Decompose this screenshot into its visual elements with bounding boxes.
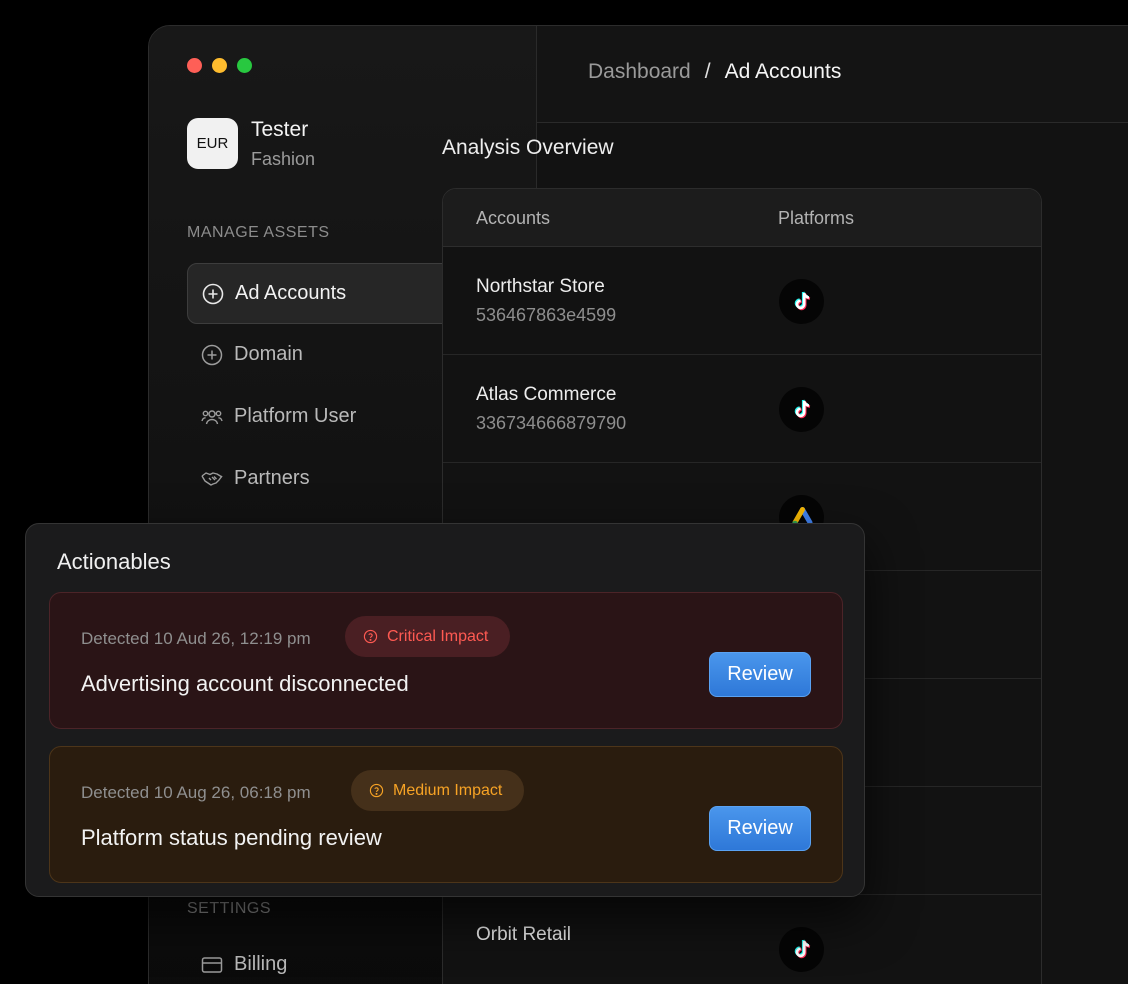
detected-timestamp: Detected 10 Aud 26, 12:19 pm — [81, 629, 311, 648]
tiktok-icon — [779, 387, 824, 432]
actionable-card-medium: Detected 10 Aug 26, 06:18 pm Medium Impa… — [49, 746, 843, 883]
table-row[interactable]: Orbit Retail — [443, 895, 1041, 984]
sidebar-item-label: Ad Accounts — [235, 282, 347, 304]
account-name: Atlas Commerce — [476, 384, 617, 405]
breadcrumb-separator: / — [704, 60, 711, 83]
actionables-title: Actionables — [57, 549, 171, 574]
impact-badge-medium: Medium Impact — [351, 770, 525, 811]
actionable-card-critical: Detected 10 Aud 26, 12:19 pm Critical Im… — [49, 592, 843, 729]
sidebar-item-label: Domain — [234, 343, 303, 365]
account-name: Orbit Retail — [476, 924, 572, 945]
column-header-accounts: Accounts — [476, 208, 551, 228]
plus-circle-icon — [200, 343, 224, 367]
actionable-description: Advertising account disconnected — [81, 671, 409, 696]
breadcrumb-current: Ad Accounts — [724, 60, 842, 83]
column-header-platforms: Platforms — [778, 208, 855, 228]
page-title: Analysis Overview — [442, 136, 614, 159]
tiktok-icon — [779, 927, 824, 972]
handshake-icon — [200, 467, 224, 491]
settings-label: SETTINGS — [187, 900, 272, 917]
account-name: Northstar Store — [476, 276, 605, 297]
table-header: Accounts Platforms — [443, 189, 1041, 247]
help-circle-icon — [369, 783, 384, 798]
review-button[interactable]: Review — [709, 652, 811, 697]
help-circle-icon — [363, 629, 378, 644]
traffic-lights — [187, 58, 252, 73]
actionables-panel: Actionables Detected 10 Aud 26, 12:19 pm… — [25, 523, 865, 897]
manage-assets-label: MANAGE ASSETS — [187, 224, 330, 241]
breadcrumb: Dashboard / Ad Accounts — [588, 60, 841, 84]
impact-badge-critical: Critical Impact — [345, 616, 511, 657]
zoom-window-button[interactable] — [237, 58, 252, 73]
sidebar-item-label: Platform User — [234, 405, 357, 427]
table-row[interactable]: Northstar Store 536467863e4599 — [443, 247, 1041, 355]
account-id: 336734666879790 — [476, 413, 627, 433]
org-currency-badge: EUR — [187, 118, 238, 169]
detected-timestamp: Detected 10 Aug 26, 06:18 pm — [81, 783, 311, 802]
breadcrumb-dashboard-link[interactable]: Dashboard — [588, 60, 691, 84]
sidebar-item-label: Billing — [234, 953, 288, 975]
org-subtitle: Fashion — [251, 149, 316, 169]
top-bar: Dashboard / Ad Accounts — [537, 26, 1128, 123]
minimize-window-button[interactable] — [212, 58, 227, 73]
credit-card-icon — [200, 953, 224, 977]
actionable-description: Platform status pending review — [81, 825, 382, 850]
plus-circle-icon — [201, 282, 225, 306]
impact-label: Medium Impact — [393, 781, 503, 799]
tiktok-icon — [779, 279, 824, 324]
close-window-button[interactable] — [187, 58, 202, 73]
account-id: 536467863e4599 — [476, 305, 617, 325]
review-button[interactable]: Review — [709, 806, 811, 851]
sidebar-item-label: Partners — [234, 467, 310, 489]
impact-label: Critical Impact — [387, 627, 489, 645]
users-icon — [200, 405, 224, 429]
org-name: Tester — [251, 118, 309, 141]
table-row[interactable]: Atlas Commerce 336734666879790 — [443, 355, 1041, 463]
